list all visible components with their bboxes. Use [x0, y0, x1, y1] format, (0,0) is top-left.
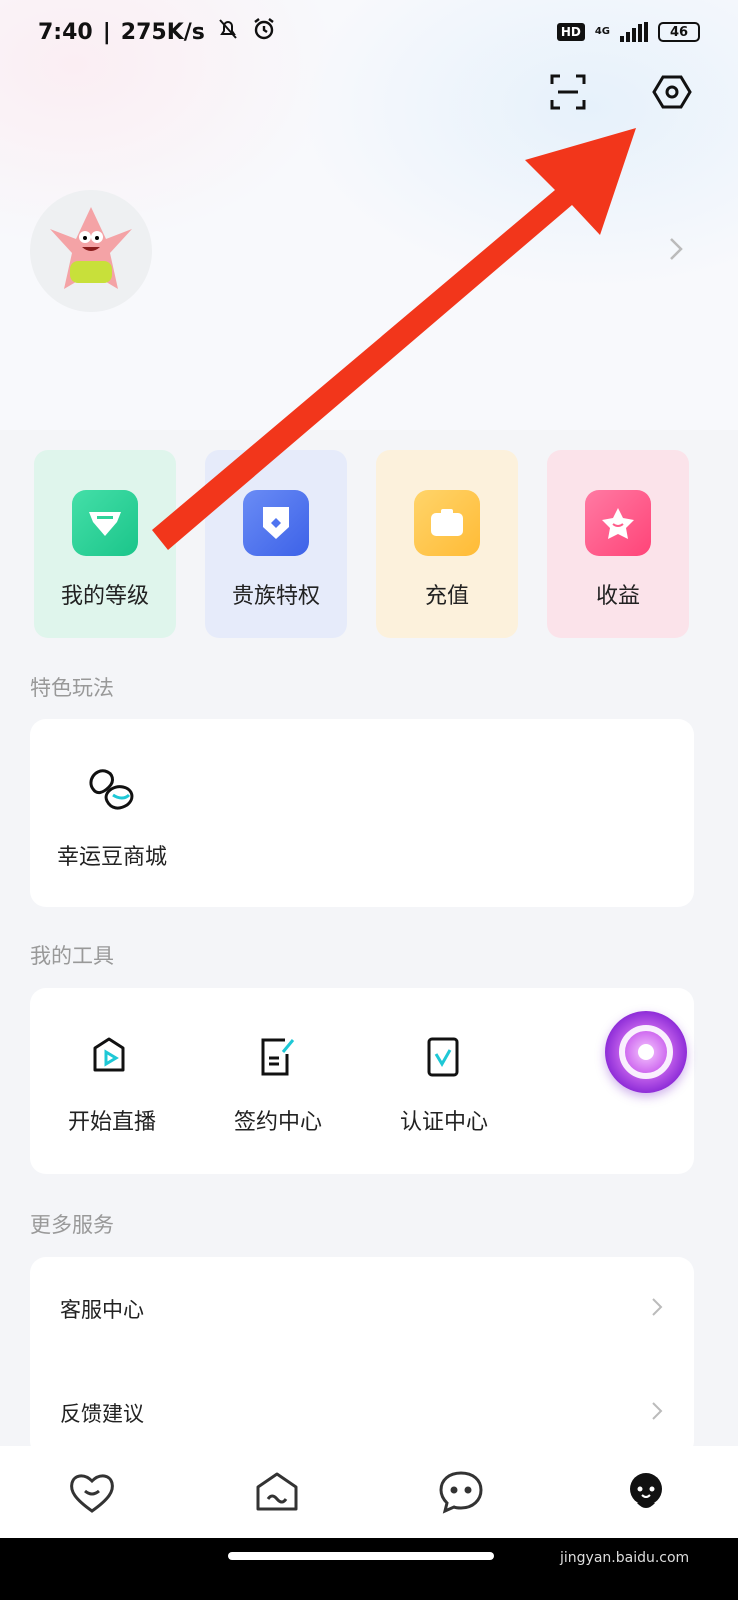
tool-label: 签约中心	[233, 1110, 322, 1135]
feature-label: 幸运豆商城	[56, 845, 167, 870]
mute-icon	[215, 16, 241, 48]
settings-hexagon-icon[interactable]	[650, 70, 694, 114]
heart-face-icon	[70, 1474, 115, 1513]
card-level[interactable]: 我的等级	[34, 450, 176, 638]
tab-home[interactable]	[247, 1462, 307, 1522]
card-earnings[interactable]: 收益	[547, 450, 689, 638]
floating-activity-button[interactable]	[605, 1011, 687, 1093]
wallet-icon	[414, 490, 480, 556]
gesture-bar	[0, 1538, 738, 1600]
service-label: 反馈建议	[60, 1402, 144, 1426]
tab-messages[interactable]	[431, 1462, 491, 1522]
card-label: 我的等级	[60, 584, 149, 609]
star-icon	[585, 490, 651, 556]
verify-icon	[421, 1034, 467, 1084]
home-wave-icon	[256, 1472, 298, 1511]
watermark: Baidu 经验	[560, 1509, 664, 1533]
card-noble[interactable]: 贵族特权	[205, 450, 347, 638]
card-label: 收益	[595, 584, 640, 609]
quick-cards: 我的等级 贵族特权 充值 收益	[34, 450, 704, 640]
live-play-icon	[89, 1034, 135, 1084]
hd-badge: HD	[556, 23, 585, 41]
avatar[interactable]	[30, 190, 152, 312]
chevron-right-icon	[650, 1400, 664, 1427]
features-panel: 幸运豆商城	[30, 719, 694, 907]
tab-heart[interactable]	[62, 1462, 122, 1522]
tools-panel: 开始直播 签约中心 认证中心	[30, 988, 694, 1174]
home-indicator[interactable]	[228, 1552, 494, 1560]
card-label: 充值	[424, 584, 469, 609]
diamond-icon	[72, 490, 138, 556]
services-panel: 客服中心 反馈建议	[30, 1257, 694, 1457]
status-bar: 7:40 | 275K/s HD 4G 46	[0, 0, 738, 64]
scan-icon[interactable]	[546, 70, 590, 114]
tool-verify-center[interactable]: 认证中心	[384, 1034, 504, 1136]
shield-icon	[243, 490, 309, 556]
wheel-icon	[619, 1025, 673, 1079]
beans-icon	[83, 763, 141, 819]
chevron-right-icon	[650, 1296, 664, 1323]
card-recharge[interactable]: 充值	[376, 450, 518, 638]
tool-label: 开始直播	[67, 1110, 156, 1135]
feature-lucky-beans[interactable]: 幸运豆商城	[52, 763, 172, 871]
section-title-features: 特色玩法	[30, 676, 114, 700]
alarm-icon	[251, 16, 277, 48]
tool-contract-center[interactable]: 签约中心	[218, 1034, 338, 1136]
service-row-customer[interactable]: 客服中心	[30, 1257, 694, 1361]
signal-icon	[620, 22, 648, 42]
contract-icon	[255, 1034, 301, 1084]
watermark-url: jingyan.baidu.com	[560, 1550, 690, 1566]
status-time: 7:40	[38, 19, 93, 45]
card-label: 贵族特权	[231, 584, 320, 609]
battery-icon: 46	[658, 22, 700, 42]
chat-bubble-icon	[439, 1471, 483, 1514]
net-speed: 275K/s	[120, 19, 205, 45]
section-title-services: 更多服务	[30, 1213, 114, 1237]
chevron-right-icon[interactable]	[668, 236, 684, 266]
network-type: 4G	[594, 26, 610, 37]
tool-label: 认证中心	[399, 1110, 488, 1135]
tool-start-live[interactable]: 开始直播	[52, 1034, 172, 1136]
service-label: 客服中心	[60, 1298, 144, 1322]
section-title-tools: 我的工具	[30, 944, 114, 968]
